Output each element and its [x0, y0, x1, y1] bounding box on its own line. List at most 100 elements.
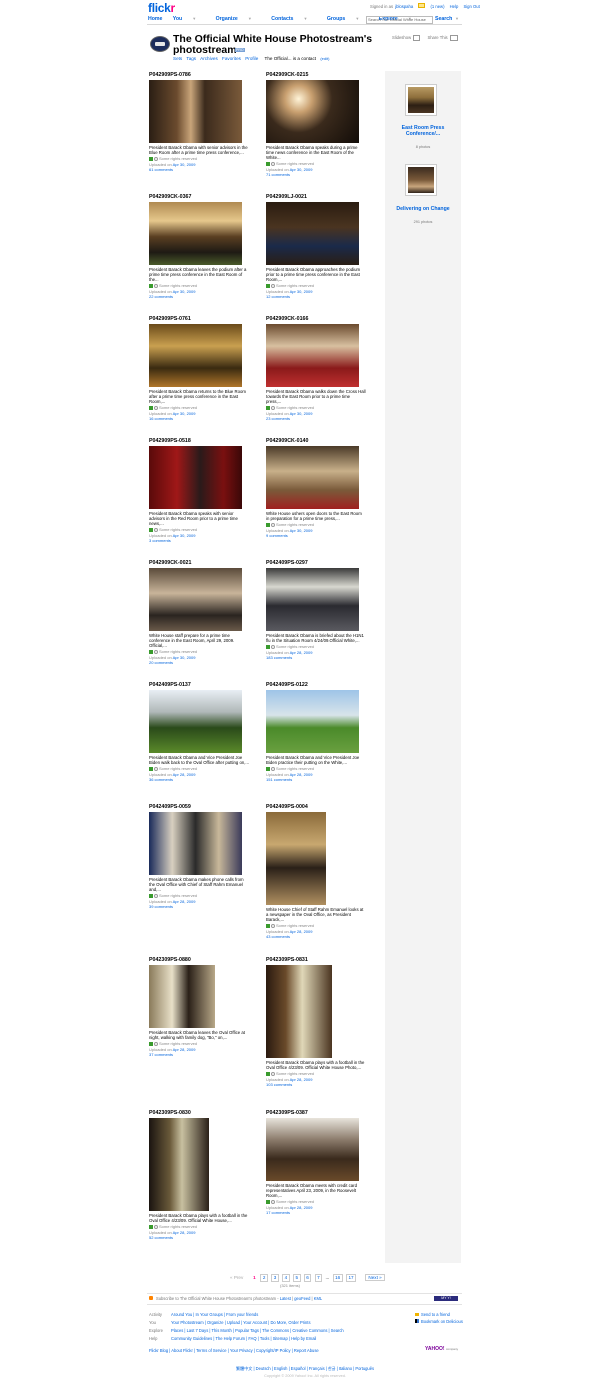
- slideshow-button[interactable]: Slideshow: [392, 35, 411, 40]
- search-input[interactable]: Search The Official White House: [366, 16, 433, 24]
- photo-title[interactable]: P042909PS-0786: [149, 72, 261, 79]
- photo-title[interactable]: P042409PS-0059: [149, 804, 261, 811]
- upload-date-link[interactable]: Apr 30, 2009: [173, 411, 196, 416]
- photo-title[interactable]: P042409PS-0004: [266, 804, 378, 811]
- username-link[interactable]: jblospaha: [395, 4, 413, 9]
- chevron-down-icon[interactable]: ▼: [248, 16, 252, 21]
- photo-title[interactable]: P042309PS-0880: [149, 957, 261, 964]
- photo-thumbnail[interactable]: [266, 1118, 359, 1181]
- photo-title[interactable]: P042409PS-0122: [266, 682, 378, 689]
- comments-link[interactable]: 23 comments: [266, 416, 378, 421]
- page-link[interactable]: 5: [292, 1274, 301, 1282]
- archives-link[interactable]: Archives: [200, 56, 218, 61]
- upload-date-link[interactable]: Apr 30, 2009: [290, 528, 313, 533]
- my-yahoo-button[interactable]: MY Y!: [434, 1296, 458, 1301]
- upload-date-link[interactable]: Apr 28, 2009: [290, 929, 313, 934]
- comments-link[interactable]: 3 comments: [149, 538, 261, 543]
- comments-link[interactable]: 12 comments: [266, 294, 378, 299]
- sets-link[interactable]: Sets: [173, 56, 182, 61]
- comments-link[interactable]: 52 comments: [149, 1235, 261, 1240]
- page-link[interactable]: 2: [260, 1274, 268, 1282]
- photo-thumbnail[interactable]: [149, 690, 242, 753]
- upload-date-link[interactable]: Apr 30, 2009: [173, 289, 196, 294]
- photo-title[interactable]: P042309PS-0830: [149, 1110, 261, 1117]
- upload-date-link[interactable]: Apr 28, 2009: [173, 1047, 196, 1052]
- tags-link[interactable]: Tags: [186, 56, 196, 61]
- comments-link[interactable]: 103 comments: [266, 1082, 378, 1087]
- comments-link[interactable]: 20 comments: [149, 660, 261, 665]
- upload-date-link[interactable]: Apr 28, 2009: [173, 1230, 196, 1235]
- language-links[interactable]: 繁體中文 | Deutsch | English | Español | Fra…: [0, 1366, 610, 1372]
- photo-thumbnail[interactable]: [266, 568, 359, 631]
- comments-link[interactable]: 22 comments: [149, 294, 261, 299]
- comments-link[interactable]: 36 comments: [149, 777, 261, 782]
- comments-link[interactable]: 43 comments: [266, 934, 378, 939]
- comments-link[interactable]: 16 comments: [149, 416, 261, 421]
- page-link[interactable]: 3: [271, 1274, 279, 1282]
- mail-icon[interactable]: [418, 3, 426, 8]
- photo-title[interactable]: P042909CK-0166: [266, 316, 378, 323]
- set-title[interactable]: Delivering on Change: [385, 206, 461, 212]
- upload-date-link[interactable]: Apr 28, 2009: [290, 1077, 313, 1082]
- comments-link[interactable]: 17 comments: [266, 1210, 378, 1215]
- sign-out-link[interactable]: Sign Out: [463, 4, 479, 9]
- photo-title[interactable]: P042909CK-0021: [149, 560, 261, 567]
- photo-thumbnail[interactable]: [266, 324, 359, 387]
- photo-thumbnail[interactable]: [266, 690, 359, 753]
- upload-date-link[interactable]: Apr 28, 2009: [290, 1205, 313, 1210]
- comments-link[interactable]: 71 comments: [266, 172, 378, 177]
- photo-title[interactable]: P042909PS-0761: [149, 316, 261, 323]
- upload-date-link[interactable]: Apr 28, 2009: [290, 772, 313, 777]
- upload-date-link[interactable]: Apr 30, 2009: [173, 533, 196, 538]
- comments-link[interactable]: 61 comments: [149, 167, 261, 172]
- page-link[interactable]: 6: [303, 1274, 312, 1282]
- photo-thumbnail[interactable]: [149, 965, 215, 1028]
- photo-thumbnail[interactable]: [266, 202, 359, 265]
- rss-latest-link[interactable]: Latest: [280, 1296, 291, 1301]
- upload-date-link[interactable]: Apr 30, 2009: [173, 655, 196, 660]
- search-button[interactable]: Search: [435, 16, 452, 22]
- flickr-logo[interactable]: flickr: [148, 1, 175, 15]
- page-link[interactable]: 17: [346, 1274, 357, 1282]
- photo-thumbnail[interactable]: [149, 80, 242, 143]
- nav-contacts[interactable]: Contacts ▼: [271, 16, 316, 22]
- photo-title[interactable]: P042309PS-0387: [266, 1110, 378, 1117]
- upload-date-link[interactable]: Apr 28, 2009: [173, 772, 196, 777]
- set-title[interactable]: East Room Press Conference/...: [385, 125, 461, 137]
- upload-date-link[interactable]: Apr 28, 2009: [173, 899, 196, 904]
- chevron-down-icon[interactable]: ▼: [303, 16, 307, 21]
- photo-thumbnail[interactable]: [149, 1118, 209, 1211]
- comments-link[interactable]: 39 comments: [149, 904, 261, 909]
- next-page[interactable]: Next »: [365, 1274, 385, 1281]
- photo-title[interactable]: P042309PS-0831: [266, 957, 378, 964]
- photo-thumbnail[interactable]: [266, 446, 359, 509]
- photo-title[interactable]: P042909LJ-0021: [266, 194, 378, 201]
- chevron-down-icon[interactable]: ▼: [355, 16, 359, 21]
- comments-link[interactable]: 183 comments: [266, 655, 378, 660]
- photo-thumbnail[interactable]: [266, 965, 332, 1058]
- photo-thumbnail[interactable]: [149, 202, 242, 265]
- photo-thumbnail[interactable]: [149, 446, 242, 509]
- favorites-link[interactable]: Favorites: [222, 56, 241, 61]
- chevron-down-icon[interactable]: ▼: [455, 16, 459, 21]
- buddy-icon[interactable]: [150, 36, 170, 52]
- comments-link[interactable]: 37 comments: [149, 1052, 261, 1057]
- photo-title[interactable]: P042909PS-0518: [149, 438, 261, 445]
- nav-groups[interactable]: Groups ▼: [327, 16, 368, 22]
- photo-title[interactable]: P042409PS-0137: [149, 682, 261, 689]
- photo-title[interactable]: P042909CK-0140: [266, 438, 378, 445]
- photo-title[interactable]: P042909CK-0215: [266, 72, 378, 79]
- chevron-down-icon[interactable]: ▼: [192, 16, 196, 21]
- rss-kml-link[interactable]: KML: [314, 1296, 322, 1301]
- upload-date-link[interactable]: Apr 28, 2009: [290, 650, 313, 655]
- set-thumbnail[interactable]: [405, 164, 437, 196]
- photo-thumbnail[interactable]: [266, 80, 359, 143]
- footer-links[interactable]: Flickr Blog | About Flickr | Terms of Se…: [149, 1348, 319, 1353]
- new-messages-link[interactable]: (1 new): [431, 4, 445, 9]
- photo-thumbnail[interactable]: [149, 324, 242, 387]
- set-thumbnail[interactable]: [405, 84, 437, 116]
- yahoo-logo[interactable]: YAHOO! company: [425, 1346, 458, 1352]
- comments-link[interactable]: 151 comments: [266, 777, 378, 782]
- upload-date-link[interactable]: Apr 30, 2009: [290, 167, 313, 172]
- page-link[interactable]: 16: [332, 1274, 343, 1282]
